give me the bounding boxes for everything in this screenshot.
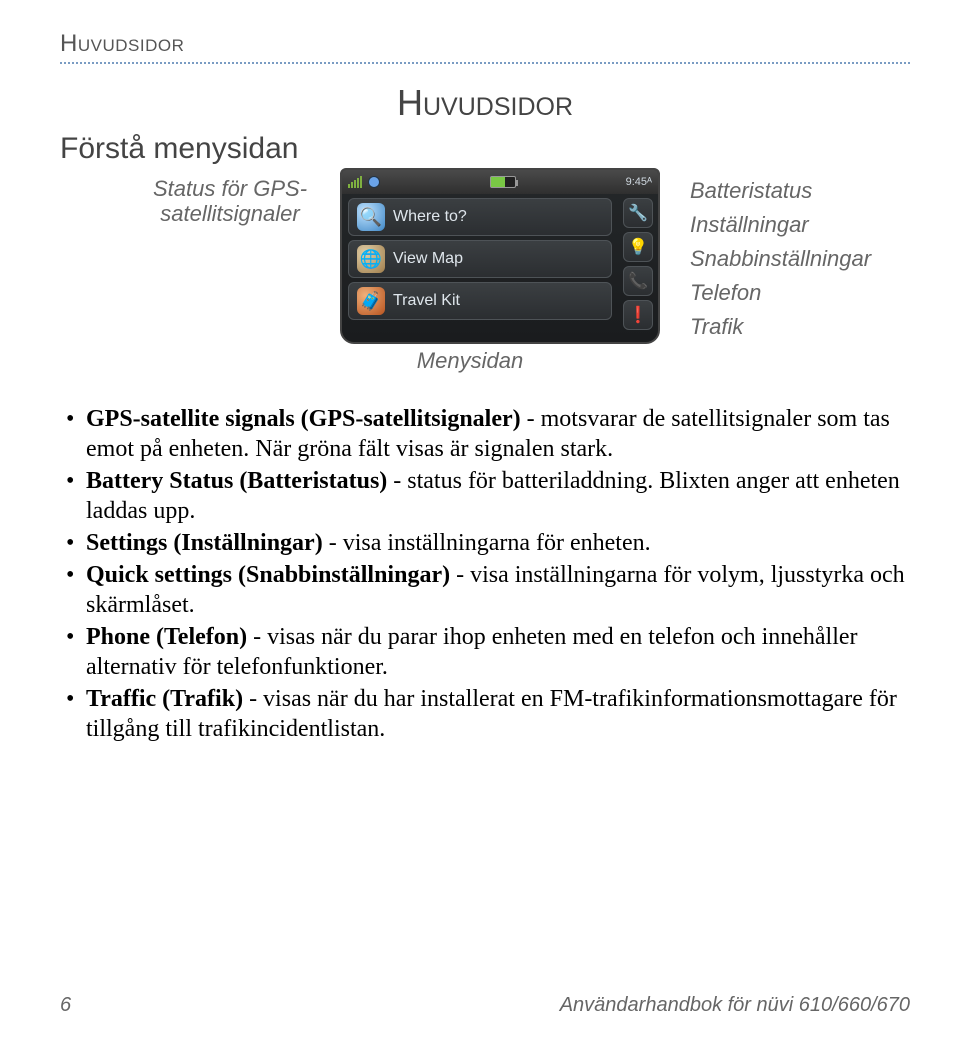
menu-diagram: Status för GPS- satellitsignaler 9:45ᴬ 🔍… xyxy=(60,168,910,398)
label-gps-line2: satellitsignaler xyxy=(160,201,299,226)
wrench-icon[interactable]: 🔧 xyxy=(623,198,653,228)
doc-title: Användarhandbok för nüvi 610/660/670 xyxy=(560,994,910,1017)
feature-bold: Battery Status (Batteristatus) xyxy=(86,468,387,494)
menu-item-travel-kit[interactable]: 🧳 Travel Kit xyxy=(348,282,612,320)
list-item: GPS-satellite signals (GPS-satellitsigna… xyxy=(60,404,910,464)
signal-bars-icon xyxy=(348,176,362,188)
menu-item-label: Where to? xyxy=(393,208,467,226)
feature-rest: - visa inställningarna för enheten. xyxy=(323,530,651,556)
alert-icon[interactable]: ❗ xyxy=(623,300,653,330)
menu-item-where-to[interactable]: 🔍 Where to? xyxy=(348,198,612,236)
label-telefon: Telefon xyxy=(690,276,910,310)
label-trafik: Trafik xyxy=(690,310,910,344)
page-title: Huvudsidor xyxy=(60,82,910,124)
page-number: 6 xyxy=(60,994,71,1017)
label-gps-signals: Status för GPS- satellitsignaler xyxy=(130,176,330,227)
feature-list: GPS-satellite signals (GPS-satellitsigna… xyxy=(60,404,910,744)
feature-bold: Settings (Inställningar) xyxy=(86,530,323,556)
page-footer: 6 Användarhandbok för nüvi 610/660/670 xyxy=(60,994,910,1017)
battery-icon xyxy=(490,176,516,188)
bulb-icon[interactable]: 💡 xyxy=(623,232,653,262)
clock-text: 9:45ᴬ xyxy=(626,176,652,188)
bluetooth-icon xyxy=(368,176,380,188)
list-item: Traffic (Trafik) - visas när du har inst… xyxy=(60,684,910,744)
list-item: Quick settings (Snabbinställningar) - vi… xyxy=(60,560,910,620)
phone-icon[interactable]: 📞 xyxy=(623,266,653,296)
feature-bold: Traffic (Trafik) xyxy=(86,686,243,712)
device-body: 🔍 Where to? 🌐 View Map 🧳 Travel Kit 🔧 💡 … xyxy=(342,194,658,342)
menu-item-view-map[interactable]: 🌐 View Map xyxy=(348,240,612,278)
list-item: Battery Status (Batteristatus) - status … xyxy=(60,466,910,526)
caption-menysidan: Menysidan xyxy=(390,348,550,374)
device-screenshot: 9:45ᴬ 🔍 Where to? 🌐 View Map 🧳 Travel Ki… xyxy=(340,168,660,344)
label-installningar: Inställningar xyxy=(690,208,910,242)
magnifier-icon: 🔍 xyxy=(357,203,385,231)
menu-item-label: View Map xyxy=(393,250,463,268)
menu-item-label: Travel Kit xyxy=(393,292,460,310)
list-item: Settings (Inställningar) - visa inställn… xyxy=(60,528,910,558)
header-divider xyxy=(60,62,910,64)
globe-icon: 🌐 xyxy=(357,245,385,273)
feature-bold: Phone (Telefon) xyxy=(86,624,247,650)
label-batteristatus: Batteristatus xyxy=(690,174,910,208)
device-menu-list: 🔍 Where to? 🌐 View Map 🧳 Travel Kit xyxy=(342,194,618,342)
label-gps-line1: Status för GPS- xyxy=(153,176,307,201)
device-side-buttons: 🔧 💡 📞 ❗ xyxy=(618,194,658,342)
feature-bold: GPS-satellite signals (GPS-satellitsigna… xyxy=(86,406,521,432)
right-labels: Batteristatus Inställningar Snabbinställ… xyxy=(690,174,910,344)
device-statusbar: 9:45ᴬ xyxy=(342,170,658,194)
section-heading: Förstå menysidan xyxy=(60,132,910,166)
label-snabbinstallningar: Snabbinställningar xyxy=(690,242,910,276)
list-item: Phone (Telefon) - visas när du parar iho… xyxy=(60,622,910,682)
suitcase-icon: 🧳 xyxy=(357,287,385,315)
feature-bold: Quick settings (Snabbinställningar) xyxy=(86,562,450,588)
running-header: Huvudsidor xyxy=(60,30,910,58)
